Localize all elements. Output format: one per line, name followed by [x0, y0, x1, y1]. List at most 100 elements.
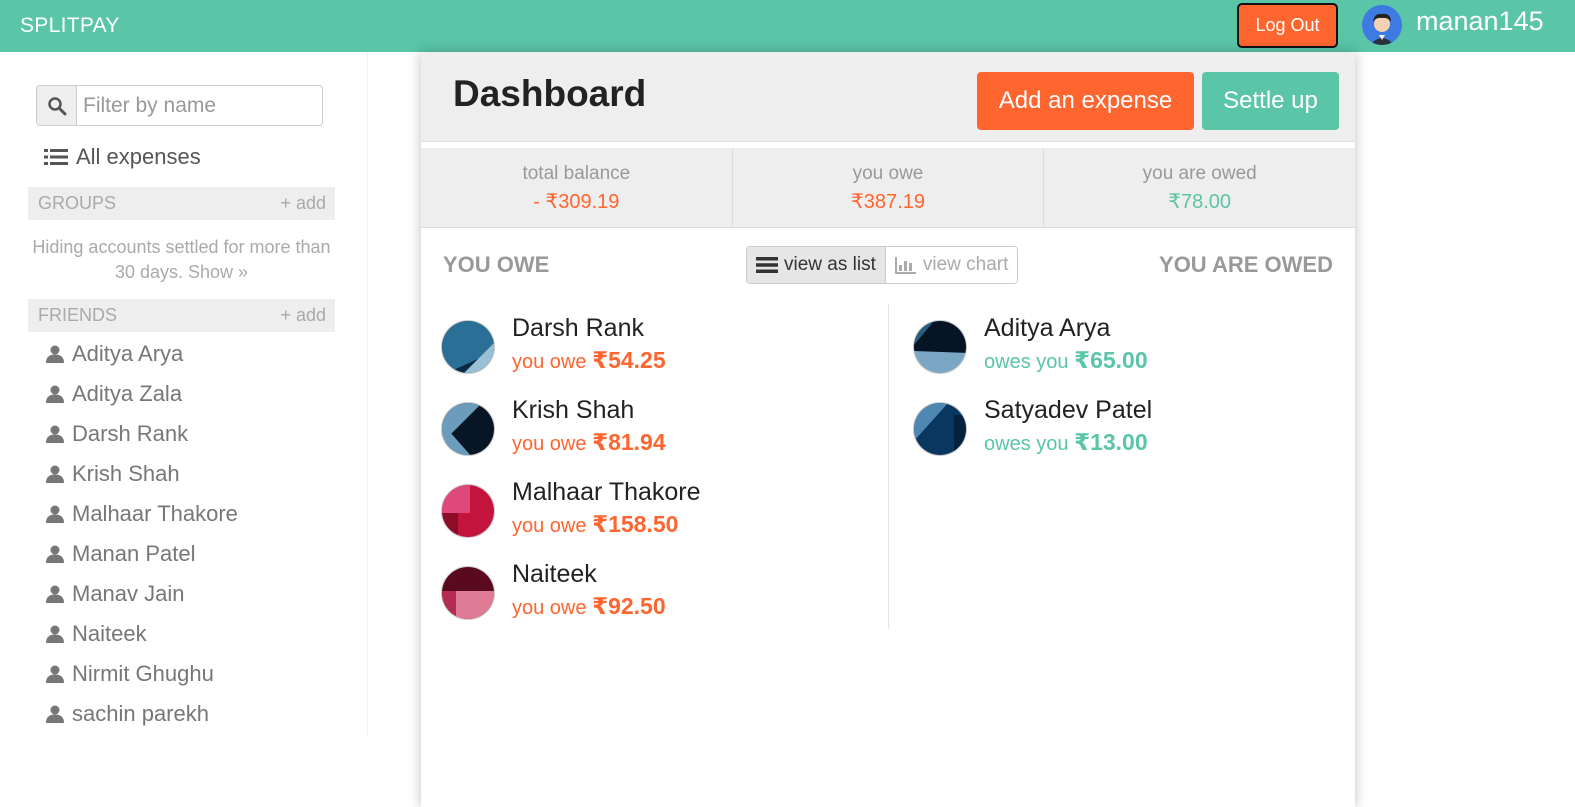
- friend-item[interactable]: Darsh Rank: [44, 414, 238, 454]
- person-name: Naiteek: [512, 560, 597, 588]
- friend-name: Aditya Arya: [72, 341, 184, 366]
- left-sidebar: All expenses GROUPS + add Hiding account…: [0, 52, 368, 735]
- user-icon: [44, 385, 66, 403]
- friend-name: Malhaar Thakore: [72, 501, 238, 526]
- friend-name: Aditya Zala: [72, 381, 183, 406]
- you-owe-block: you owe ₹387.19: [733, 148, 1045, 227]
- total-balance-block: total balance - ₹309.19: [421, 148, 733, 227]
- friend-name: Darsh Rank: [72, 421, 189, 446]
- you-are-owed-block: you are owed ₹78.00: [1044, 148, 1355, 227]
- filter-input[interactable]: [77, 86, 317, 125]
- friend-avatar: [441, 484, 495, 538]
- amount-prefix: owes you: [984, 351, 1069, 373]
- add-friend-button[interactable]: + add: [280, 305, 326, 326]
- friend-item[interactable]: sachin parekh: [44, 694, 238, 734]
- friend-avatar: [913, 320, 967, 374]
- friend-item[interactable]: Manav Jain: [44, 574, 238, 614]
- you-are-owed-heading: YOU ARE OWED: [1159, 252, 1333, 277]
- view-as-list-label: view as list: [784, 254, 876, 275]
- person-amount: you owe ₹54.25: [512, 347, 666, 374]
- list-icon: [44, 148, 68, 166]
- friend-avatar: [441, 320, 495, 374]
- friend-item[interactable]: Aditya Arya: [44, 334, 238, 374]
- person-amount: owes you ₹13.00: [984, 429, 1148, 456]
- friend-item[interactable]: Manan Patel: [44, 534, 238, 574]
- amount-prefix: you owe: [512, 433, 587, 455]
- username[interactable]: manan145: [1416, 6, 1544, 37]
- amount-prefix: owes you: [984, 433, 1069, 455]
- you-owe-heading: YOU OWE: [443, 252, 550, 277]
- user-icon: [44, 545, 66, 563]
- person-name: Aditya Arya: [984, 314, 1111, 342]
- amount-value: ₹92.50: [592, 593, 666, 619]
- person-name: Darsh Rank: [512, 314, 644, 342]
- groups-label: GROUPS: [38, 193, 117, 213]
- friends-list: Aditya Arya Aditya Zala Darsh Rank Krish Sh…: [44, 334, 238, 734]
- hiding-accounts-note[interactable]: Hiding accounts settled for more than 30…: [28, 235, 335, 285]
- friend-item[interactable]: Nirmit Ghughu: [44, 654, 238, 694]
- person-name: Satyadev Patel: [984, 396, 1153, 424]
- total-balance-label: total balance: [522, 163, 631, 184]
- you-are-owed-value: ₹78.00: [1168, 191, 1232, 213]
- search-icon: [37, 86, 77, 125]
- add-expense-button[interactable]: Add an expense: [977, 72, 1194, 130]
- add-group-button[interactable]: + add: [280, 193, 326, 214]
- amount-prefix: you owe: [512, 515, 587, 537]
- user-icon: [44, 705, 66, 723]
- amount-value: ₹158.50: [592, 511, 679, 537]
- friend-item[interactable]: Naiteek: [44, 614, 238, 654]
- friend-item[interactable]: Malhaar Thakore: [44, 494, 238, 534]
- user-avatar[interactable]: [1362, 5, 1402, 45]
- settle-up-button[interactable]: Settle up: [1202, 72, 1339, 130]
- amount-prefix: you owe: [512, 351, 587, 373]
- user-icon: [44, 665, 66, 683]
- you-owe-value: ₹387.19: [851, 191, 925, 213]
- view-toggle: view as list view chart: [746, 246, 1019, 284]
- user-icon: [44, 625, 66, 643]
- brand-logo[interactable]: SPLITPAY: [20, 14, 120, 38]
- person-amount: you owe ₹81.94: [512, 429, 666, 456]
- friend-name: Nirmit Ghughu: [72, 661, 214, 686]
- user-icon: [44, 345, 66, 363]
- friend-item[interactable]: Krish Shah: [44, 454, 238, 494]
- friend-item[interactable]: Aditya Zala: [44, 374, 238, 414]
- person-amount: you owe ₹158.50: [512, 511, 678, 538]
- user-icon: [44, 585, 66, 603]
- top-navbar: SPLITPAY Log Out manan145: [0, 0, 1575, 52]
- friend-name: Manan Patel: [72, 541, 196, 566]
- dashboard-header: Dashboard Add an expense Settle up: [421, 52, 1355, 142]
- all-expenses-link[interactable]: All expenses: [44, 144, 201, 170]
- person-amount: owes you ₹65.00: [984, 347, 1148, 374]
- friend-avatar: [441, 402, 495, 456]
- friend-name: Krish Shah: [72, 461, 180, 486]
- friend-name: sachin parekh: [72, 701, 209, 726]
- dashboard-panel: Dashboard Add an expense Settle up total…: [421, 52, 1355, 807]
- logout-button[interactable]: Log Out: [1237, 3, 1338, 48]
- friends-label: FRIENDS: [38, 305, 118, 325]
- view-chart-label: view chart: [922, 254, 1009, 275]
- balance-summary: total balance - ₹309.19 you owe ₹387.19 …: [421, 148, 1355, 228]
- user-icon: [44, 465, 66, 483]
- page-title: Dashboard: [453, 73, 647, 114]
- view-chart-button[interactable]: view chart: [885, 247, 1018, 283]
- person-amount: you owe ₹92.50: [512, 593, 666, 620]
- total-balance-value: - ₹309.19: [533, 191, 620, 213]
- bar-chart-icon: [894, 256, 917, 274]
- friend-avatar: [441, 566, 495, 620]
- person-name: Krish Shah: [512, 396, 635, 424]
- amount-value: ₹65.00: [1074, 347, 1148, 373]
- all-expenses-label: All expenses: [76, 144, 201, 169]
- amount-value: ₹54.25: [592, 347, 666, 373]
- friend-avatar: [913, 402, 967, 456]
- groups-header: GROUPS + add: [28, 187, 335, 220]
- user-avatar-icon: [1362, 5, 1402, 45]
- amount-value: ₹13.00: [1074, 429, 1148, 455]
- you-are-owed-label: you are owed: [1142, 163, 1257, 184]
- user-icon: [44, 425, 66, 443]
- amount-value: ₹81.94: [592, 429, 666, 455]
- friend-name: Manav Jain: [72, 581, 185, 606]
- column-divider: [888, 304, 889, 629]
- view-as-list-button[interactable]: view as list: [747, 247, 886, 283]
- filter-box: [36, 85, 323, 126]
- you-owe-label: you owe: [852, 163, 924, 184]
